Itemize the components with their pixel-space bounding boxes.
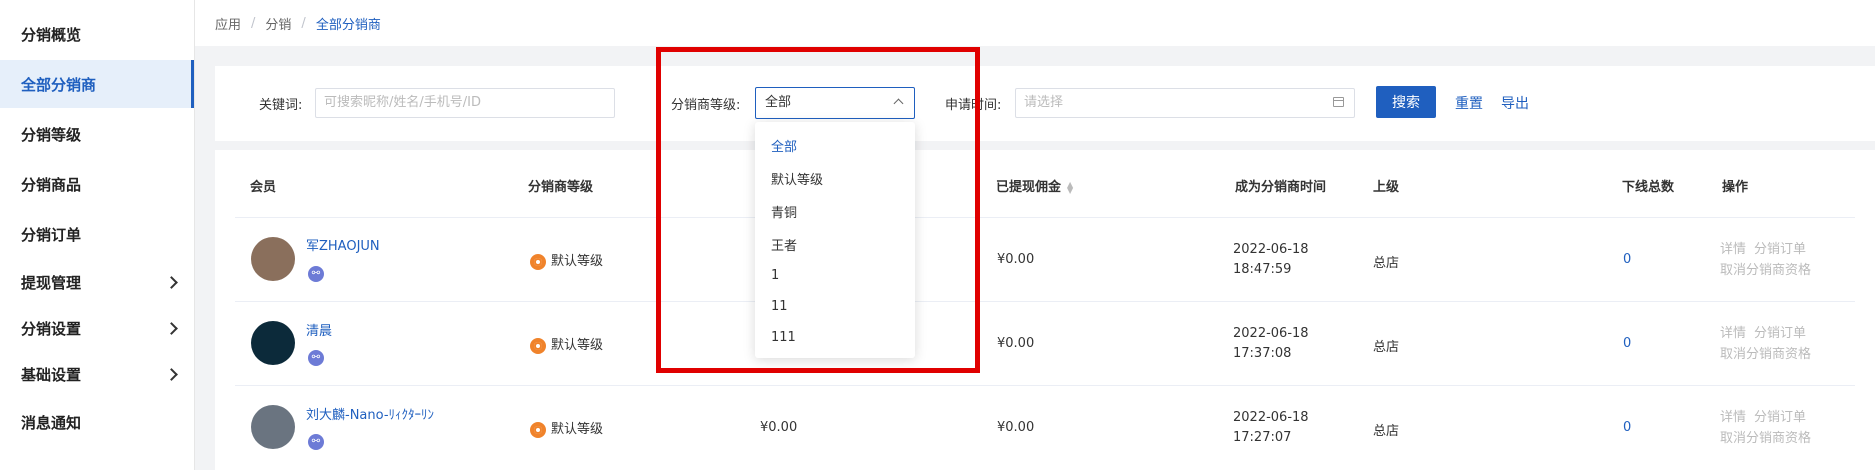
- link-icon[interactable]: ⚯: [308, 350, 324, 366]
- sort-icon[interactable]: ▲ ▼: [1067, 180, 1073, 194]
- column-header-actions: 操作: [1722, 180, 1749, 195]
- superior-value: 总店: [1373, 340, 1400, 355]
- withdrawn-commission: ¥0.00: [997, 336, 1035, 351]
- reset-link[interactable]: 重置: [1455, 93, 1483, 113]
- join-time: 17:37:08: [1233, 346, 1292, 361]
- breadcrumb-separator: /: [301, 15, 306, 31]
- distribution-orders-link[interactable]: 分销订单: [1754, 242, 1806, 257]
- sidebar-item-levels[interactable]: 分销等级: [0, 110, 194, 158]
- downline-count-link[interactable]: 0: [1623, 336, 1631, 351]
- row-actions: 详情 分销订单 取消分销商资格: [1720, 323, 1819, 365]
- join-date: 2022-06-18: [1233, 326, 1309, 341]
- chevron-right-icon: [165, 275, 178, 289]
- row-actions: 详情 分销订单 取消分销商资格: [1720, 239, 1819, 281]
- downline-count-link[interactable]: 0: [1623, 420, 1631, 435]
- join-date: 2022-06-18: [1233, 242, 1309, 257]
- level-cell: 默认等级: [530, 418, 603, 438]
- column-header-superior: 上级: [1373, 180, 1400, 195]
- sidebar-item-label: 提现管理: [21, 273, 82, 292]
- avatar: [251, 237, 295, 281]
- filter-panel: 关键词: 可搜索昵称/姓名/手机号/ID 分销商等级: 全部 申请时间: 请选择…: [215, 66, 1875, 141]
- row-divider: [235, 385, 1855, 386]
- detail-link[interactable]: 详情: [1720, 410, 1746, 425]
- column-header-downline: 下线总数: [1622, 180, 1675, 195]
- sidebar-item-notifications[interactable]: 消息通知: [0, 398, 194, 446]
- member-name-link[interactable]: 军ZHAOJUN: [306, 235, 380, 254]
- keyword-search-input[interactable]: 可搜索昵称/姓名/手机号/ID: [315, 88, 615, 118]
- member-name-link[interactable]: 清晨: [306, 320, 332, 339]
- level-cell: 默认等级: [530, 250, 603, 270]
- commission-value: ¥0.00: [760, 420, 798, 435]
- sidebar-item-label: 分销订单: [21, 225, 82, 244]
- breadcrumb: 应用 / 分销 / 全部分销商: [195, 0, 1875, 46]
- time-picker-placeholder: 请选择: [1024, 95, 1064, 110]
- join-time: 17:27:07: [1233, 430, 1292, 445]
- calendar-icon: [1333, 97, 1344, 107]
- chevron-right-icon: [165, 321, 178, 335]
- withdrawn-commission: ¥0.00: [997, 420, 1035, 435]
- distributor-table: 会员 分销商等级 已提现佣金 ▲ ▼ 成为分销商时间 上级 下线总数 操作 军ZHA…: [215, 150, 1875, 470]
- withdrawn-commission: ¥0.00: [997, 252, 1035, 267]
- superior-value: 总店: [1373, 256, 1400, 271]
- row-actions: 详情 分销订单 取消分销商资格: [1720, 407, 1819, 449]
- revoke-distributor-link[interactable]: 取消分销商资格: [1720, 347, 1811, 362]
- level-medal-icon: [530, 421, 546, 438]
- distribution-orders-link[interactable]: 分销订单: [1754, 410, 1806, 425]
- revoke-distributor-link[interactable]: 取消分销商资格: [1720, 263, 1811, 278]
- row-divider: [235, 301, 1855, 302]
- sidebar-item-overview[interactable]: 分销概览: [0, 10, 194, 58]
- sidebar-item-label: 分销等级: [21, 125, 82, 144]
- search-button[interactable]: 搜索: [1376, 86, 1436, 118]
- level-value: 默认等级: [551, 254, 604, 269]
- sidebar-item-label: 基础设置: [21, 365, 82, 384]
- time-picker-input[interactable]: 请选择: [1015, 88, 1355, 118]
- link-icon[interactable]: ⚯: [308, 434, 324, 450]
- level-value: 默认等级: [551, 422, 604, 437]
- downline-count-link[interactable]: 0: [1623, 252, 1631, 267]
- breadcrumb-separator: /: [251, 15, 256, 31]
- link-icon[interactable]: ⚯: [308, 266, 324, 282]
- sidebar: 分销概览 全部分销商 分销等级 分销商品 分销订单 提现管理 分销设置 基础设置…: [0, 0, 195, 470]
- distribution-orders-link[interactable]: 分销订单: [1754, 326, 1806, 341]
- join-date: 2022-06-18: [1233, 410, 1309, 425]
- row-divider: [235, 217, 1855, 218]
- revoke-distributor-link[interactable]: 取消分销商资格: [1720, 431, 1811, 446]
- breadcrumb-item-current: 全部分销商: [315, 17, 381, 33]
- sidebar-item-basic-settings[interactable]: 基础设置: [0, 350, 194, 398]
- breadcrumb-item-apps[interactable]: 应用: [215, 14, 241, 33]
- chevron-right-icon: [165, 367, 178, 381]
- sidebar-item-all-distributors[interactable]: 全部分销商: [0, 60, 194, 108]
- column-header-withdrawn-label: 已提现佣金: [996, 180, 1062, 195]
- detail-link[interactable]: 详情: [1720, 326, 1746, 341]
- superior-value: 总店: [1373, 424, 1400, 439]
- sidebar-item-products[interactable]: 分销商品: [0, 160, 194, 208]
- level-medal-icon: [530, 337, 546, 354]
- level-cell: 默认等级: [530, 334, 603, 354]
- level-medal-icon: [530, 253, 546, 270]
- detail-link[interactable]: 详情: [1720, 242, 1746, 257]
- sidebar-item-label: 分销概览: [21, 25, 82, 44]
- join-time: 18:47:59: [1233, 262, 1292, 277]
- level-value: 默认等级: [551, 338, 604, 353]
- keyword-label: 关键词:: [259, 98, 303, 113]
- column-header-since: 成为分销商时间: [1235, 180, 1327, 195]
- sidebar-item-label: 全部分销商: [21, 75, 97, 94]
- column-header-member: 会员: [250, 180, 277, 195]
- sidebar-item-label: 消息通知: [21, 413, 82, 432]
- column-header-level: 分销商等级: [528, 180, 594, 195]
- sidebar-item-orders[interactable]: 分销订单: [0, 210, 194, 258]
- member-name-link[interactable]: 刘大麟-Nano-ﾘｨｸﾀｰﾘﾝ: [306, 404, 434, 423]
- sidebar-item-label: 分销设置: [21, 319, 82, 338]
- export-link[interactable]: 导出: [1501, 93, 1529, 113]
- sidebar-item-distribution-settings[interactable]: 分销设置: [0, 304, 194, 352]
- highlight-box: [656, 47, 980, 373]
- breadcrumb-item-distribution[interactable]: 分销: [265, 14, 291, 33]
- sidebar-item-label: 分销商品: [21, 175, 82, 194]
- avatar: [251, 405, 295, 449]
- sidebar-item-withdrawals[interactable]: 提现管理: [0, 258, 194, 306]
- avatar: [251, 321, 295, 365]
- column-header-withdrawn[interactable]: 已提现佣金 ▲ ▼: [996, 176, 1073, 195]
